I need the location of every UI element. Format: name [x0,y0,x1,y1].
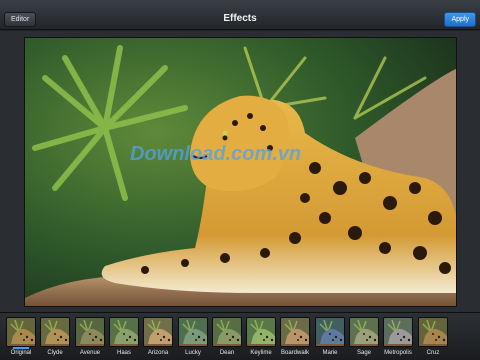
filter-thumb-lucky[interactable] [178,317,208,347]
filter-thumb-haas[interactable] [109,317,139,347]
filter-thumb-clyde[interactable] [40,317,70,347]
photo-preview[interactable]: Download.com.vn [24,37,457,307]
top-toolbar: Editor Effects Apply [0,0,480,30]
filter-label: Metropolis [384,350,412,356]
filter-thumb-metropolis[interactable] [383,317,413,347]
filter-thumb-avenue[interactable] [75,317,105,347]
apply-button[interactable]: Apply [444,12,476,27]
filter-thumb-dean[interactable] [212,317,242,347]
filter-label: Clyde [47,350,63,356]
watermark-text: Download.com.vn [130,143,301,165]
filter-thumb-sage[interactable] [349,317,379,347]
filter-thumb-marie[interactable] [315,317,345,347]
filter-strip: Original Clyde Avenue Haas Arizona Lucky Dean K… [0,312,480,360]
filter-label: Cruz [426,350,440,356]
canvas-area: Download.com.vn [0,31,480,312]
filter-thumb-arizona[interactable] [143,317,173,347]
filter-label: Arizona [147,350,169,356]
filter-thumb-keylime[interactable] [246,317,276,347]
filter-thumb-boardwalk[interactable] [280,317,310,347]
page-title: Effects [223,13,257,24]
jaguar-photo: Download.com.vn [25,38,456,306]
filter-thumb-original[interactable] [6,317,36,347]
filter-thumb-cruz[interactable] [418,317,448,347]
filter-label: Boardwalk [280,350,309,356]
